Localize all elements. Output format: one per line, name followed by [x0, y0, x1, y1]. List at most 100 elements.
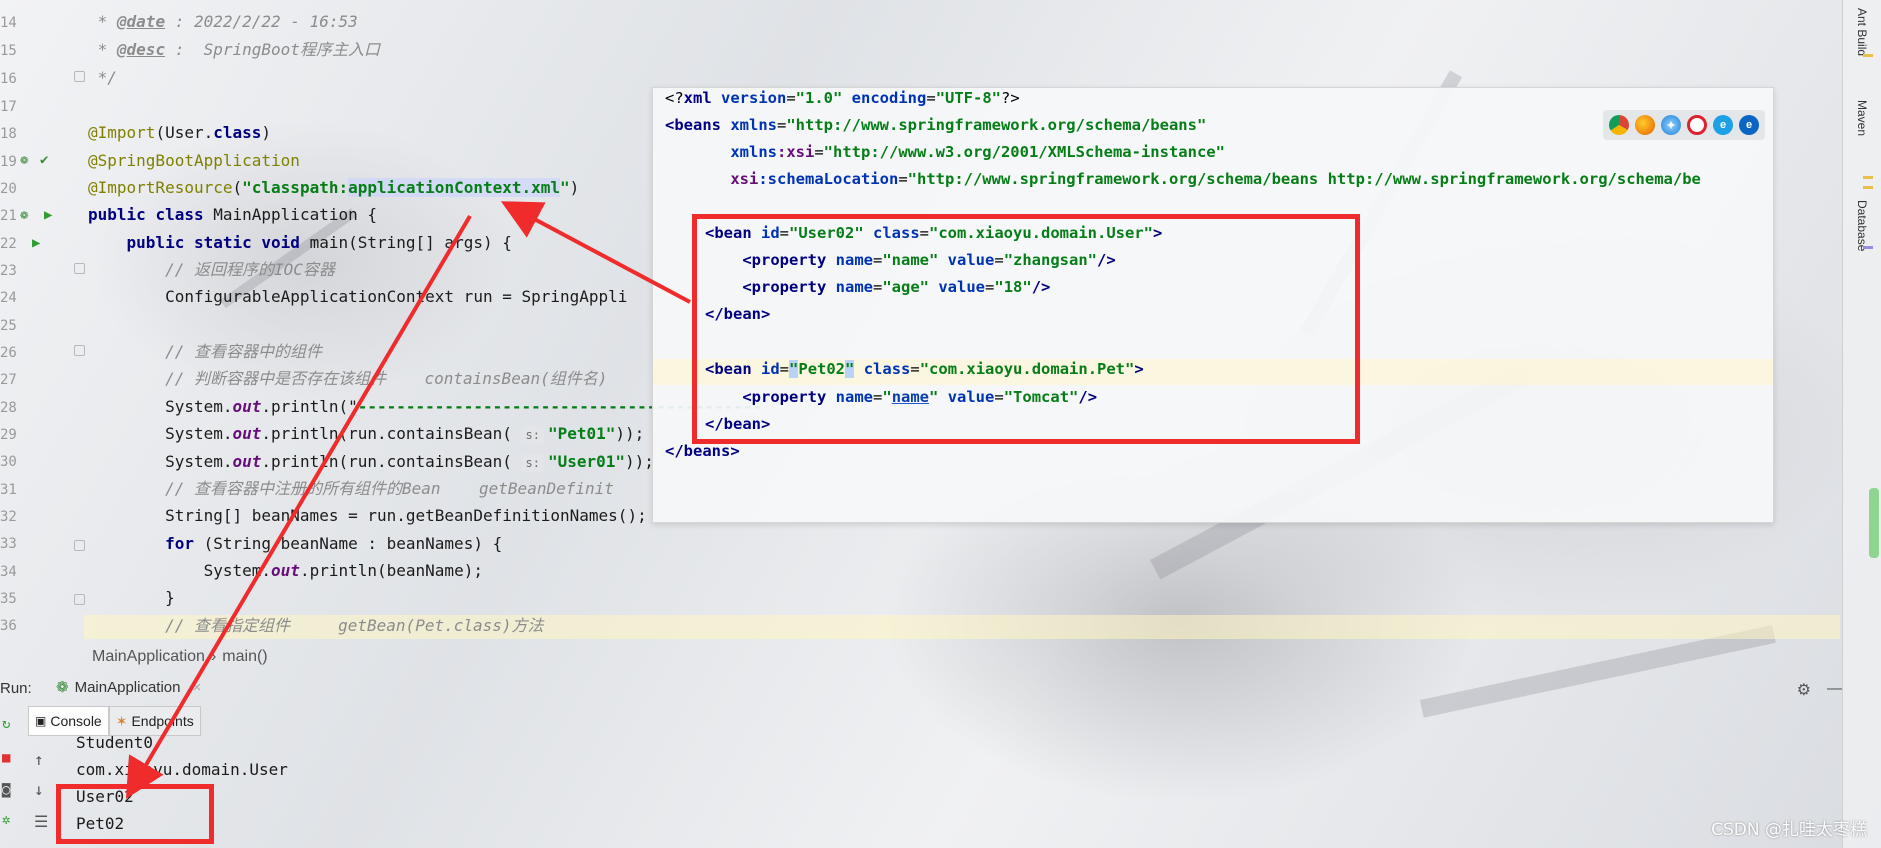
- code-line: // 查看指定组件 getBean(Pet.class)方法: [88, 614, 544, 638]
- run-tab-mainapplication[interactable]: ❁ MainApplication ×: [56, 678, 201, 697]
- xml-line: xmlns:xsi="http://www.w3.org/2001/XMLSch…: [730, 143, 1225, 161]
- xml-tag: <beans: [665, 116, 721, 134]
- code-text: System.: [165, 452, 233, 471]
- editor-gutter[interactable]: 14 15 16 17 18 19 20 21 22 23 24 25 26 2…: [0, 0, 85, 640]
- database-tab[interactable]: Database: [1855, 200, 1869, 251]
- xml-attr: encoding: [842, 89, 927, 107]
- code-line: // 判断容器中是否存在该组件 containsBean(组件名): [88, 367, 607, 391]
- line-number: 14: [0, 15, 17, 31]
- line-number: 27: [0, 372, 17, 388]
- line-number: 20: [0, 181, 17, 197]
- line-number: 24: [0, 290, 17, 306]
- bean-icon[interactable]: ❁: [20, 205, 28, 225]
- code-line: System.out.println(run.containsBean( s: "…: [88, 422, 644, 446]
- rerun-icon[interactable]: ↻: [2, 716, 10, 732]
- code-text: ): [569, 178, 580, 197]
- console-line: User02: [76, 787, 134, 806]
- code-text: .println(run.containsBean(: [261, 424, 512, 443]
- xml-attr: xmlns: [721, 116, 777, 134]
- code-text: .println(beanName);: [299, 561, 483, 580]
- line-number: 31: [0, 482, 17, 498]
- scrollbar-thumb[interactable]: [1869, 488, 1879, 558]
- javadoc-tag: @desc: [116, 40, 166, 59]
- keyword: public: [126, 233, 185, 252]
- line-number: 35: [0, 591, 17, 607]
- parameter-hint: s:: [521, 454, 544, 472]
- console-line: com.xiaoyu.domain.User: [76, 760, 288, 779]
- run-gutter-icon[interactable]: ▶: [44, 205, 52, 225]
- code-line: ConfigurableApplicationContext run = Spr…: [88, 285, 627, 309]
- endpoints-icon: ✶: [115, 712, 128, 729]
- code-line: }: [88, 586, 175, 610]
- line-number: 22: [0, 236, 17, 252]
- code-line: for (String beanName : beanNames) {: [88, 532, 502, 556]
- parameter-hint: s:: [521, 426, 544, 444]
- fold-marker[interactable]: [74, 594, 85, 605]
- code-text: System.: [165, 397, 233, 416]
- bean-icon[interactable]: ❁: [20, 150, 28, 170]
- xml-line: <?xml version="1.0" encoding="UTF-8"?>: [665, 89, 1020, 107]
- xml-namespace: xsi: [730, 170, 759, 188]
- spring-leaf-icon[interactable]: ✔: [40, 150, 48, 170]
- line-number: 26: [0, 345, 17, 361]
- code-comment: // 判断容器中是否存在该组件 containsBean(组件名): [165, 369, 608, 388]
- line-number: 28: [0, 400, 17, 416]
- opera-icon[interactable]: [1687, 115, 1707, 135]
- chrome-icon[interactable]: [1609, 115, 1629, 135]
- soft-wrap-icon[interactable]: ☰: [34, 812, 48, 831]
- xml-value: "http://www.w3.org/2001/XMLSchema-instan…: [823, 143, 1225, 161]
- javadoc-text: : SpringBoot程序主入口: [165, 40, 380, 59]
- safari-icon[interactable]: ✦: [1661, 115, 1681, 135]
- keyword: public: [88, 205, 146, 224]
- run-toolbar: ↻ ■ ◙ ✲: [0, 716, 22, 848]
- line-number: 30: [0, 454, 17, 470]
- breadcrumb-item-method[interactable]: main(): [222, 648, 267, 665]
- ant-build-tab[interactable]: Ant Build: [1855, 8, 1869, 56]
- code-line: // 查看容器中的组件: [88, 340, 322, 364]
- string-literal-highlighted[interactable]: applicationContext.xml: [348, 178, 561, 197]
- breadcrumb: MainApplication › main(): [92, 648, 274, 666]
- code-line: @ImportResource("classpath:applicationCo…: [88, 176, 579, 200]
- fold-marker[interactable]: [74, 263, 85, 274]
- console-output[interactable]: Student0 com.xiaoyu.domain.User User02 P…: [76, 733, 1856, 848]
- xml-namespace: :xsi: [777, 143, 815, 161]
- camera-icon[interactable]: ◙: [2, 782, 10, 798]
- string-literal: ": [560, 178, 570, 197]
- maven-tab[interactable]: Maven: [1855, 100, 1869, 136]
- xml-attr: version: [711, 89, 787, 107]
- code-line: System.out.println(beanName);: [88, 559, 483, 583]
- xml-attr: :schemaLocation: [758, 170, 899, 188]
- line-number: 34: [0, 564, 17, 580]
- line-number: 15: [0, 43, 17, 59]
- scroll-marker: [1863, 186, 1873, 189]
- xml-value: "UTF-8": [935, 89, 1002, 107]
- ie-icon[interactable]: e: [1713, 115, 1733, 135]
- code-text: (: [232, 178, 243, 197]
- xml-tag: </beans>: [665, 442, 740, 460]
- browser-preview-bar: ✦ e e: [1603, 110, 1765, 140]
- close-icon[interactable]: ×: [192, 679, 201, 696]
- fold-marker[interactable]: [74, 71, 85, 82]
- code-line: * @date : 2022/2/22 - 16:53: [88, 12, 358, 31]
- scroll-up-icon[interactable]: ↑: [34, 750, 44, 769]
- string-literal: "Pet01": [547, 424, 616, 443]
- fold-marker[interactable]: [74, 540, 85, 551]
- run-gutter-icon[interactable]: ▶: [32, 233, 40, 253]
- code-line: @Import(User.class): [88, 121, 271, 145]
- stop-icon[interactable]: ■: [2, 750, 10, 766]
- line-number: 17: [0, 99, 17, 115]
- run-actions: ⚙ —: [1797, 680, 1843, 700]
- firefox-icon[interactable]: [1635, 115, 1655, 135]
- edge-icon[interactable]: e: [1739, 115, 1759, 135]
- scroll-down-icon[interactable]: ↓: [34, 780, 44, 799]
- code-comment: // 查看容器中注册的所有组件的Bean getBeanDefinit: [165, 479, 614, 498]
- fold-marker[interactable]: [74, 345, 85, 356]
- settings-run-icon[interactable]: ✲: [2, 812, 10, 828]
- breadcrumb-item-class[interactable]: MainApplication: [92, 648, 205, 665]
- static-field: out: [232, 397, 262, 416]
- minimize-icon[interactable]: —: [1827, 680, 1843, 700]
- code-line: System.out.println(run.containsBean( s: "…: [88, 450, 654, 474]
- code-comment: // 查看指定组件 getBean(Pet.class)方法: [165, 616, 544, 635]
- gear-icon[interactable]: ⚙: [1797, 680, 1811, 700]
- code-comment: // 返回程序的IOC容器: [165, 260, 335, 279]
